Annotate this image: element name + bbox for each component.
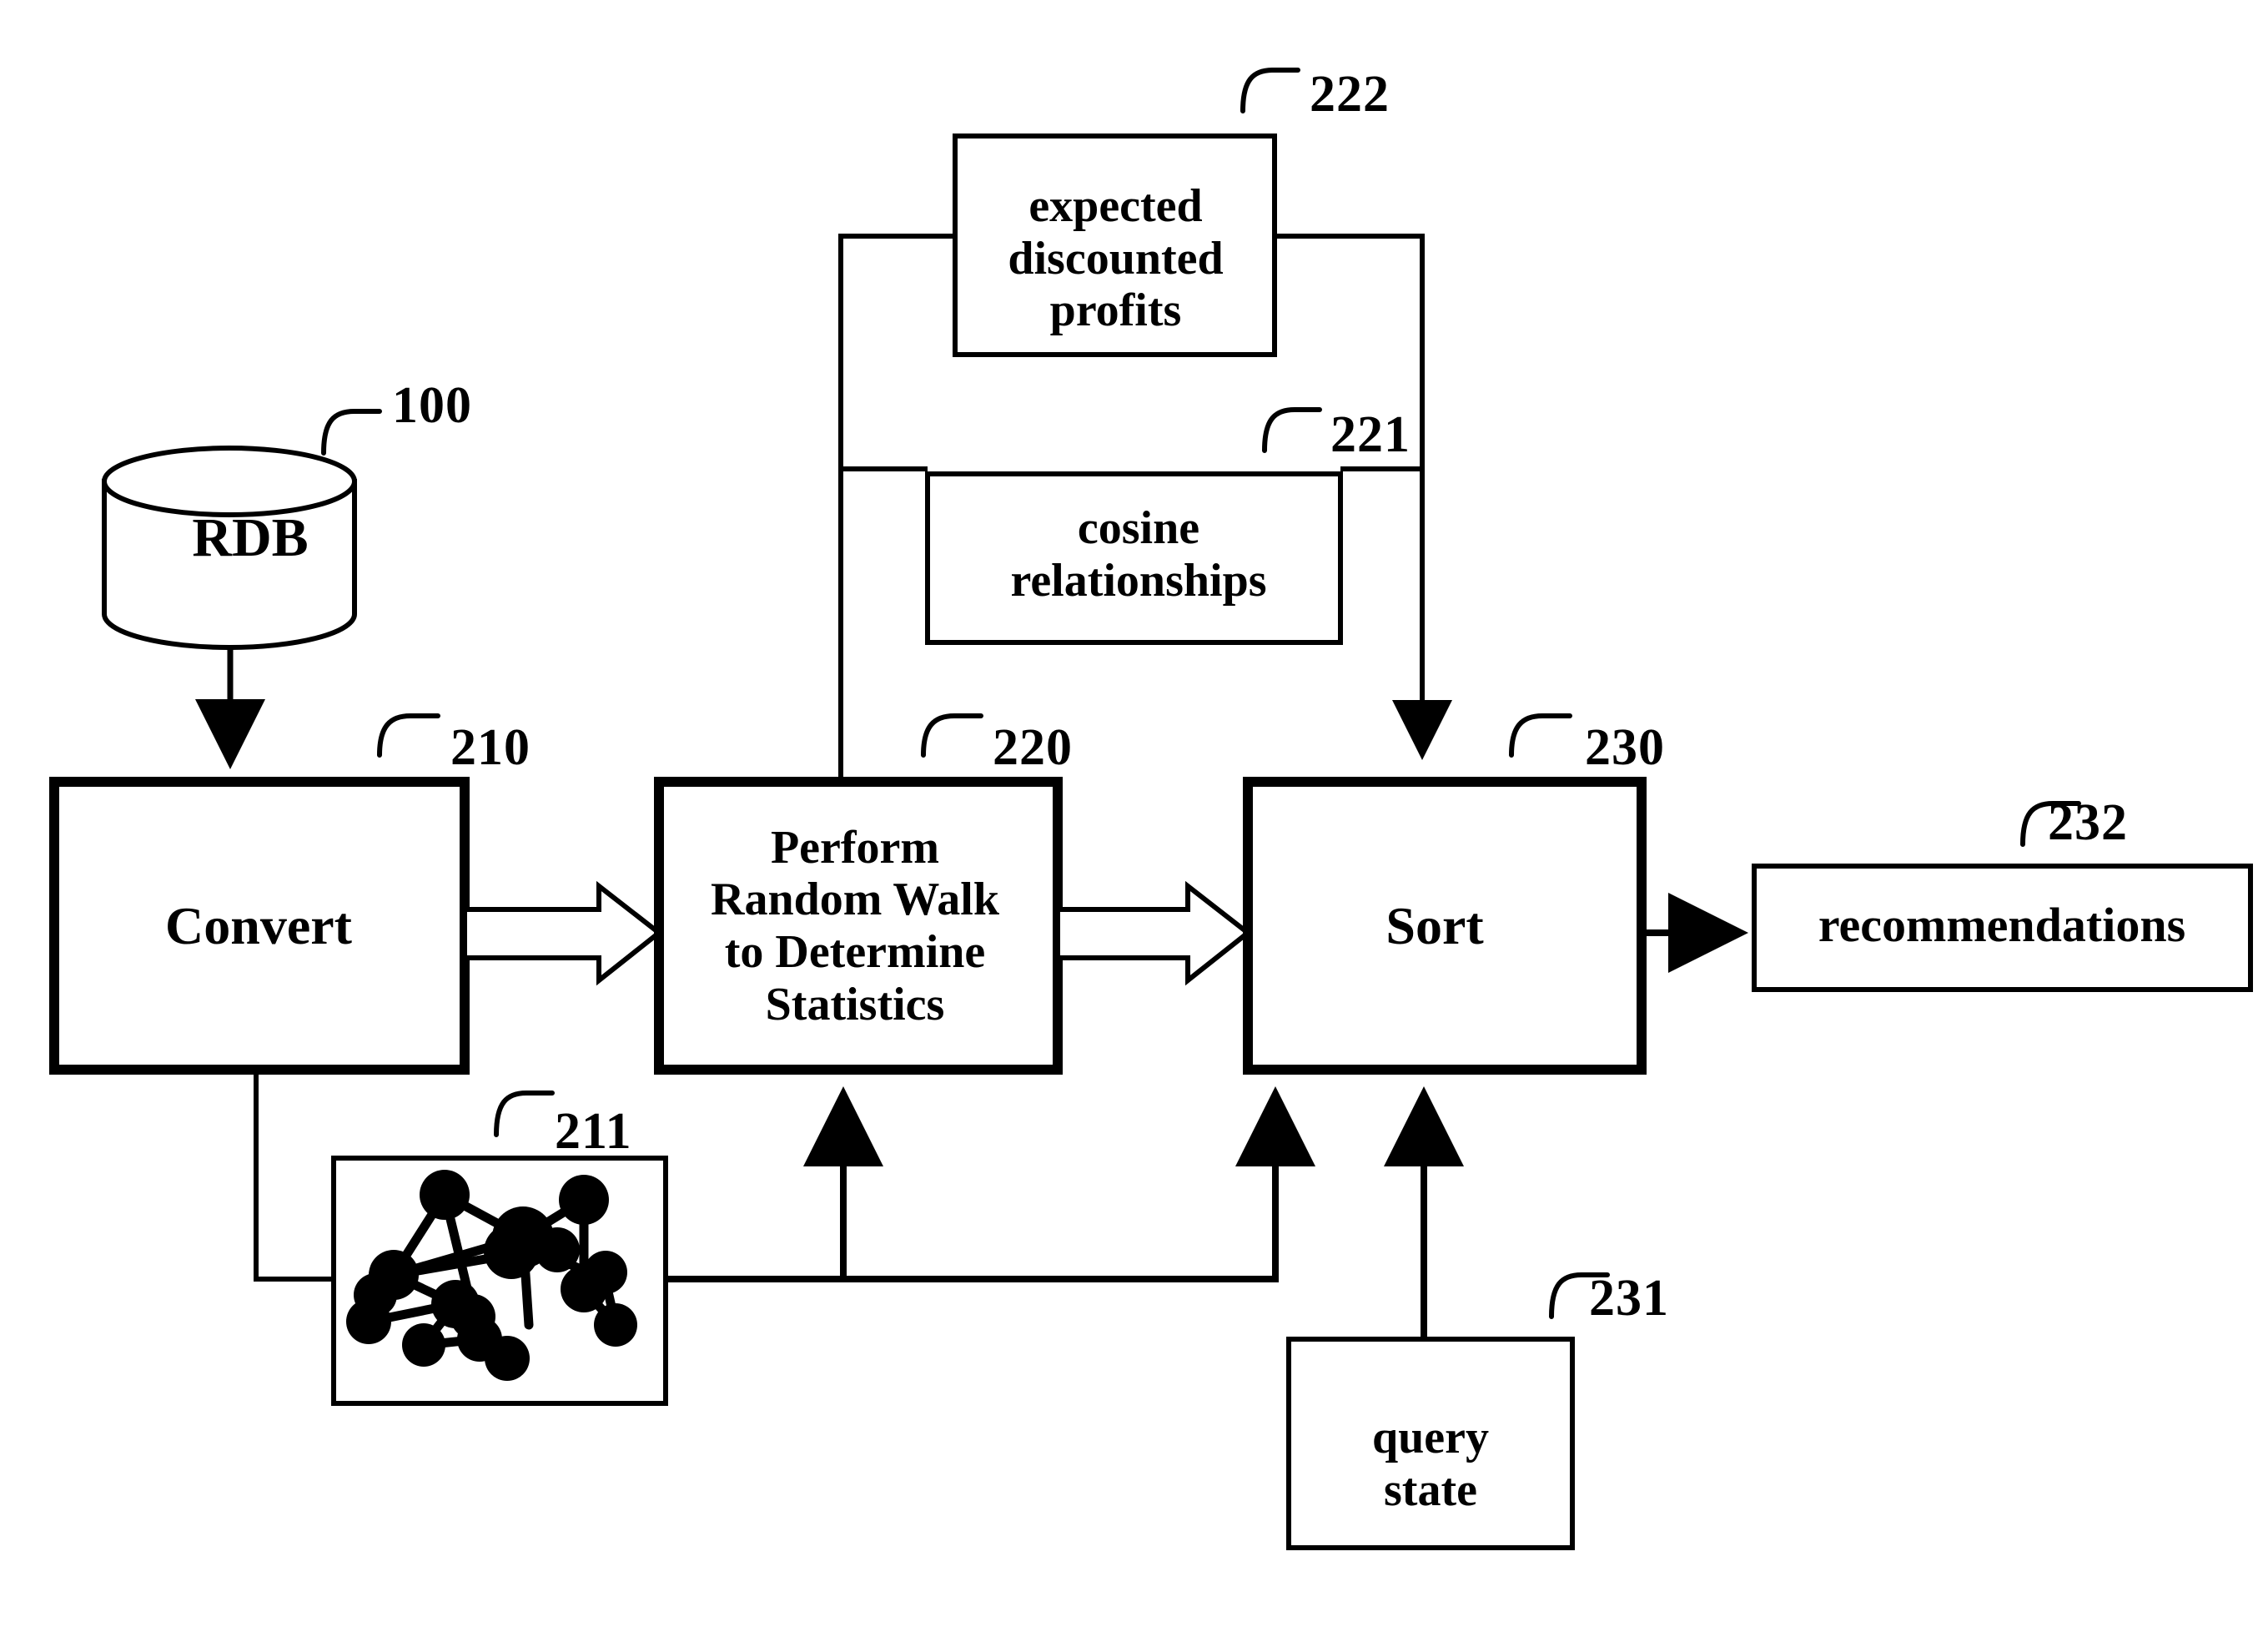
- ref-numeral-211: 211: [555, 1103, 632, 1160]
- ref-numeral-230: 230: [1585, 719, 1665, 776]
- leader-line-100: [321, 409, 382, 456]
- box-sort: [1243, 777, 1647, 1075]
- leader-line-221: [1262, 407, 1322, 453]
- box-expected-discounted-profits: [953, 133, 1277, 357]
- box-cosine-relationships: [925, 471, 1343, 645]
- box-recommendations: [1752, 864, 2253, 992]
- ref-numeral-231: 231: [1589, 1270, 1669, 1327]
- leader-line-230: [1509, 713, 1572, 758]
- block-arrow-randomwalk-to-sort: [1055, 880, 1252, 986]
- box-convert: [49, 777, 470, 1075]
- connector-graph-to-sort: [843, 1086, 1315, 1282]
- ref-numeral-210: 210: [450, 719, 531, 776]
- leader-line-210: [377, 713, 440, 758]
- diagram-vector-layer: [49, 68, 2253, 1550]
- ref-numeral-221: 221: [1330, 406, 1411, 463]
- leader-line-211: [494, 1091, 555, 1137]
- figure-canvas: RDB Convert Perform Random Walk to Deter…: [0, 0, 2268, 1632]
- block-arrow-convert-to-randomwalk: [462, 880, 663, 986]
- ref-numeral-222: 222: [1310, 66, 1390, 123]
- ref-numeral-100: 100: [392, 377, 472, 434]
- connector-convert-to-graph: [254, 1070, 334, 1282]
- box-query-state: [1286, 1337, 1575, 1550]
- leader-line-220: [921, 713, 983, 758]
- rdb-database-cylinder: [102, 446, 357, 650]
- box-random-walk: [654, 777, 1063, 1075]
- ref-numeral-232: 232: [2048, 794, 2128, 851]
- ref-numeral-220: 220: [993, 719, 1073, 776]
- connector-graph-to-randomwalk: [666, 1086, 883, 1282]
- leader-line-222: [1240, 68, 1300, 113]
